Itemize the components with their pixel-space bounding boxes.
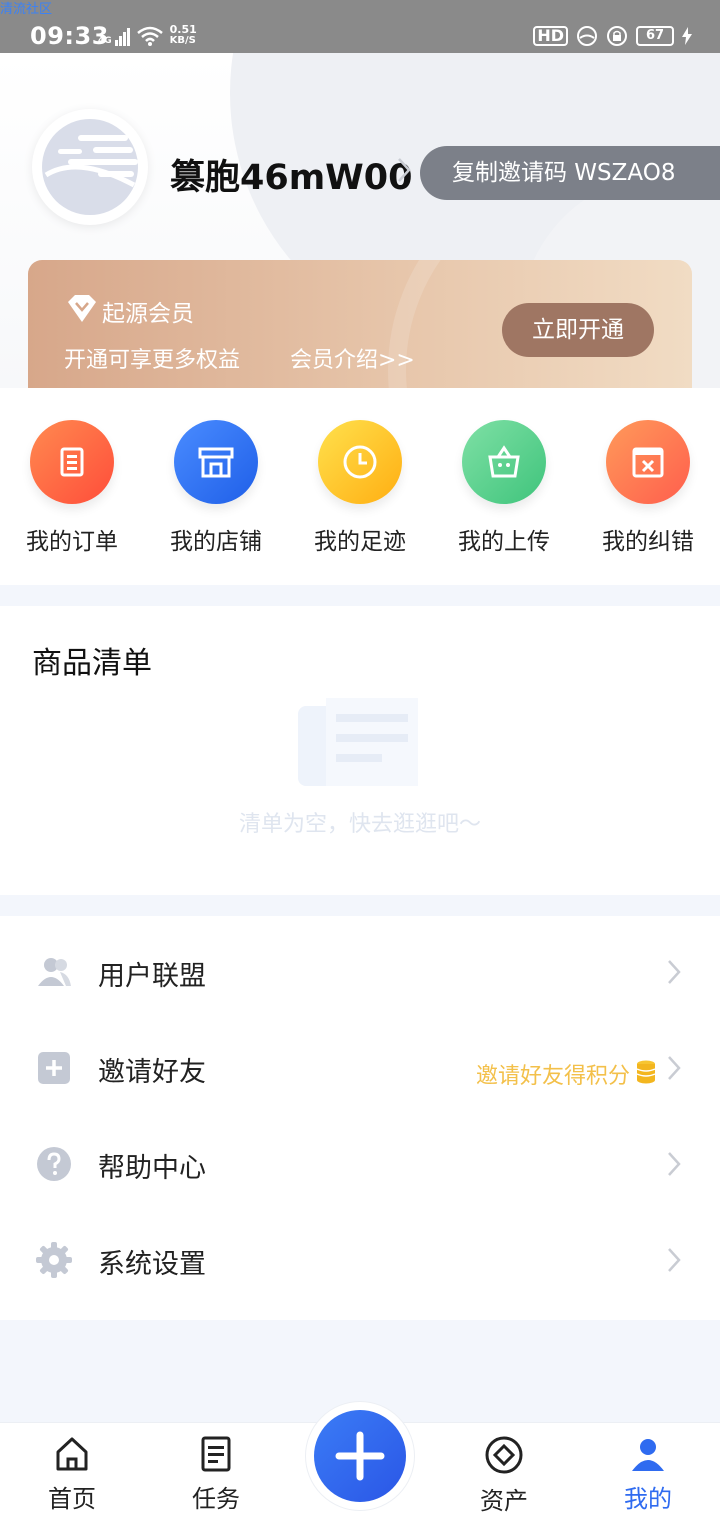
nav-assets[interactable]: 资产 (432, 1435, 576, 1516)
store-icon (174, 420, 258, 504)
nav-tasks[interactable]: 任务 (144, 1435, 288, 1514)
clock-icon (318, 420, 402, 504)
charging-icon (682, 27, 692, 45)
shortcut-my-footprint[interactable]: 我的足迹 (288, 420, 432, 556)
menu-label: 帮助中心 (98, 1153, 206, 1184)
error-calendar-icon (606, 420, 690, 504)
goods-list-title: 商品清单 (32, 646, 152, 681)
task-icon (201, 1436, 231, 1472)
menu-item-user-alliance[interactable]: 用户联盟 (0, 924, 720, 1020)
chevron-right-icon (668, 1056, 681, 1080)
hd-icon: HD (533, 26, 568, 46)
chevron-right-icon (668, 1248, 681, 1272)
chevron-right-icon[interactable] (396, 156, 412, 184)
nav-label: 首页 (48, 1485, 96, 1513)
chevron-right-icon (668, 960, 681, 984)
vip-card: 起源会员 开通可享更多权益 会员介绍>> 立即开通 (28, 260, 692, 388)
shortcut-my-uploads[interactable]: 我的上传 (432, 420, 576, 556)
asset-icon (485, 1436, 523, 1474)
menu-label: 系统设置 (98, 1249, 206, 1280)
status-network: 4G 0.51 KB/S (98, 24, 197, 46)
avatar[interactable] (32, 109, 148, 225)
order-icon (30, 420, 114, 504)
nav-label: 我的 (624, 1485, 672, 1513)
bag-icon (462, 420, 546, 504)
shortcut-label: 我的纠错 (602, 529, 694, 555)
invite-points-hint: 邀请好友得积分 (475, 1064, 630, 1089)
signal-icon: 4G (98, 28, 130, 46)
shortcut-label: 我的店铺 (170, 529, 262, 555)
menu-item-invite-friends[interactable]: 邀请好友 邀请好友得积分 (0, 1020, 720, 1116)
plus-square-icon (38, 1052, 70, 1084)
avatar-planet-icon (42, 119, 138, 215)
add-button[interactable] (314, 1410, 406, 1502)
goods-list-section: 商品清单 清单为空，快去逛逛吧～ (0, 606, 720, 895)
user-icon (632, 1439, 664, 1471)
menu-label: 用户联盟 (98, 961, 206, 992)
lock-rotation-icon (607, 26, 627, 46)
menu-label: 邀请好友 (98, 1057, 206, 1088)
plus-icon (335, 1431, 385, 1481)
watermark: 清流社区 (0, 2, 53, 17)
copy-invite-code-button[interactable]: 复制邀请码 WSZAO8 (420, 146, 720, 200)
menu-item-help-center[interactable]: 帮助中心 (0, 1116, 720, 1212)
nav-home[interactable]: 首页 (0, 1435, 144, 1514)
shortcut-grid: 我的订单 我的店铺 我的足迹 我的上传 我的纠错 (0, 388, 720, 585)
nav-label: 任务 (192, 1485, 240, 1513)
username[interactable]: 篡胞46mW00 (170, 149, 413, 200)
home-icon (56, 1437, 88, 1471)
vip-intro-link[interactable]: 会员介绍>> (290, 342, 415, 374)
diamond-heart-icon (68, 295, 96, 322)
vip-subtitle: 开通可享更多权益 (64, 348, 241, 373)
profile-header: 篡胞46mW00 复制邀请码 WSZAO8 起源会员 开通可享更多权益 会员介绍… (0, 53, 720, 388)
nav-label: 资产 (480, 1487, 528, 1515)
status-bar: 清流社区 09:33 4G 0.51 KB/S HD 67 (0, 0, 720, 53)
settings-menu: 用户联盟 邀请好友 邀请好友得积分 帮助中心 系统设置 (0, 916, 720, 1320)
status-right-icons: HD 67 (533, 25, 692, 47)
wifi-icon (136, 26, 163, 46)
shortcut-my-corrections[interactable]: 我的纠错 (576, 420, 720, 556)
battery-icon: 67 (636, 26, 674, 46)
nav-me[interactable]: 我的 (576, 1435, 720, 1514)
empty-list-text: 清单为空，快去逛逛吧～ (238, 812, 481, 837)
help-icon (37, 1147, 71, 1181)
coin-stack-icon (636, 1060, 656, 1084)
weather-icon (577, 26, 597, 46)
users-icon (38, 958, 71, 986)
chevron-right-icon (668, 1152, 681, 1176)
menu-item-system-settings[interactable]: 系统设置 (0, 1212, 720, 1308)
shortcut-label: 我的足迹 (314, 529, 406, 555)
shortcut-my-orders[interactable]: 我的订单 (0, 420, 144, 556)
shortcut-label: 我的订单 (26, 529, 118, 555)
vip-activate-button[interactable]: 立即开通 (502, 303, 654, 357)
shortcut-label: 我的上传 (458, 529, 550, 555)
empty-list-illustration (298, 698, 418, 786)
network-speed: 0.51 KB/S (169, 23, 197, 46)
shortcut-my-store[interactable]: 我的店铺 (144, 420, 288, 556)
gear-icon (36, 1242, 72, 1278)
vip-title: 起源会员 (102, 301, 194, 327)
